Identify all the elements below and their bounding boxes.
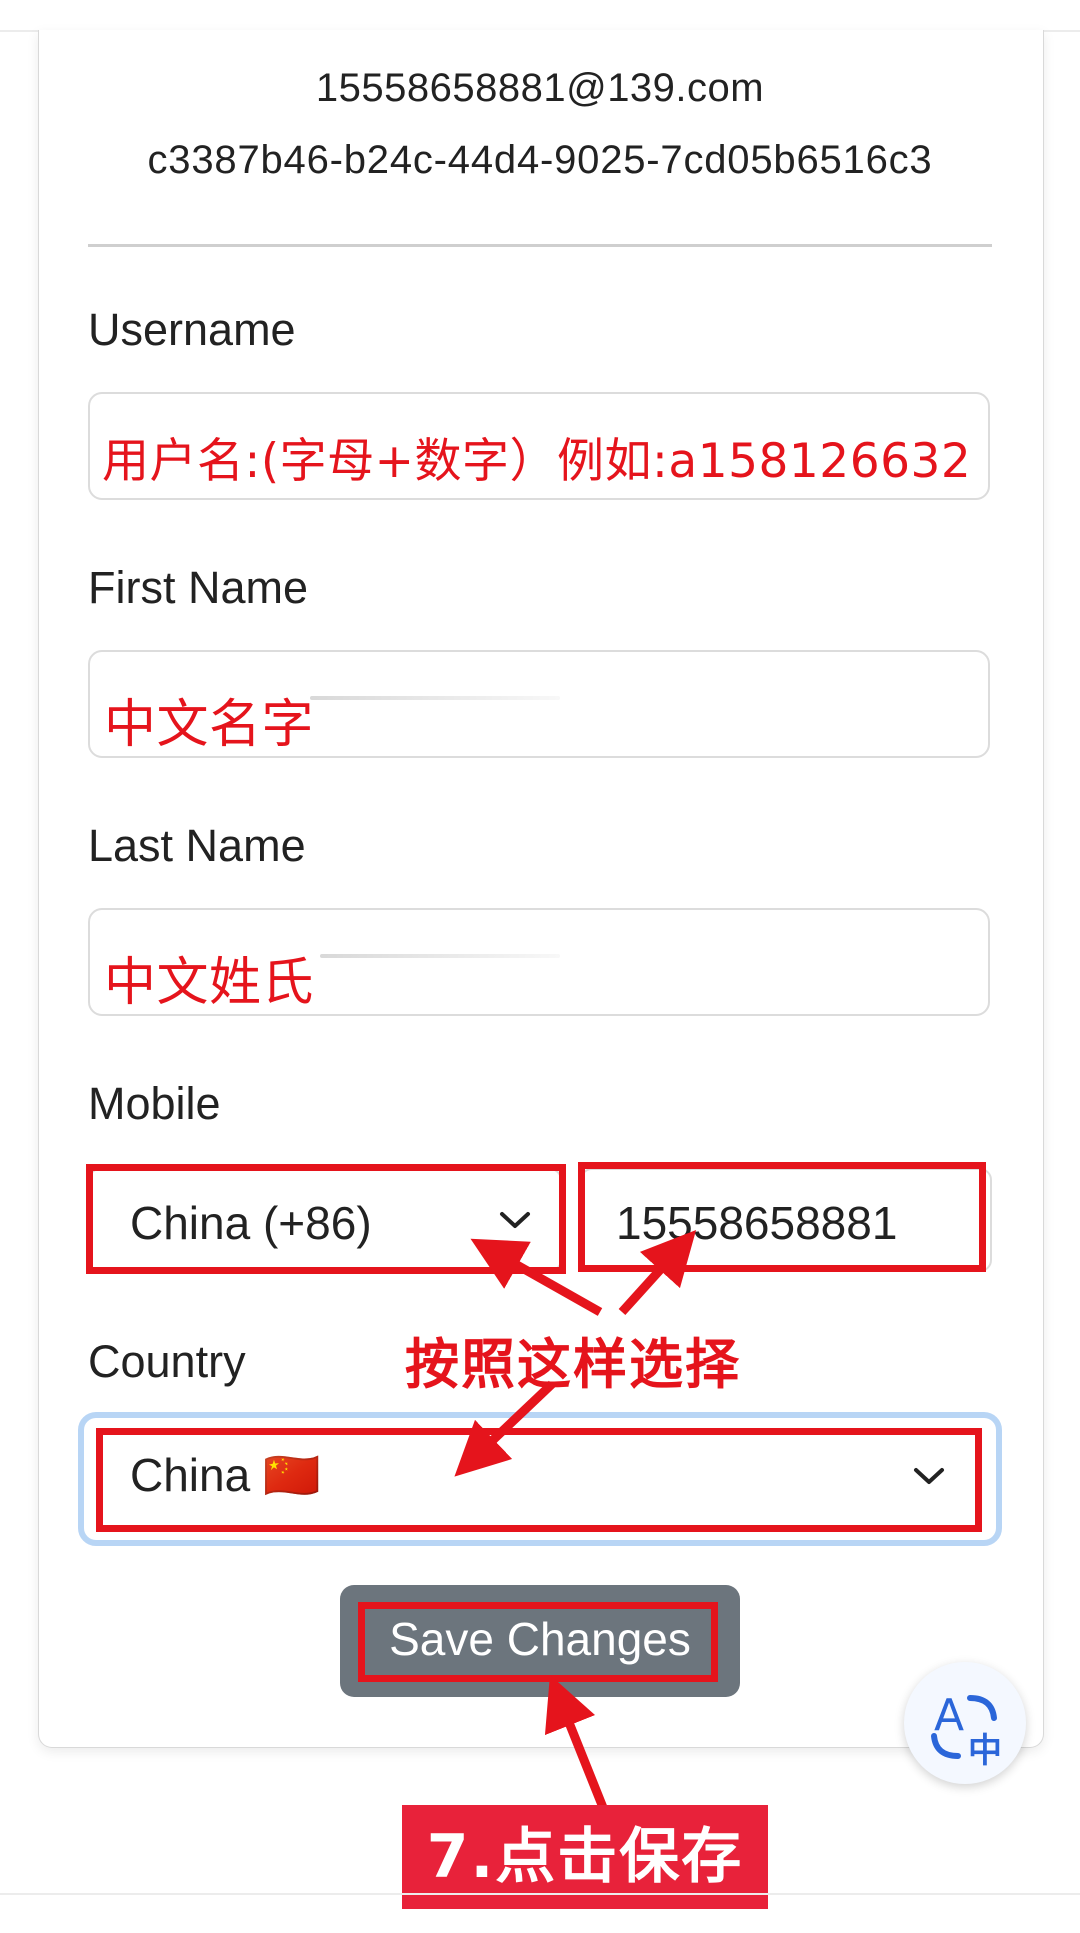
arrow-to-country-code xyxy=(470,1238,603,1316)
bottom-divider xyxy=(0,1893,1080,1895)
arrow-to-mobile-number xyxy=(618,1229,697,1316)
arrow-to-country-select xyxy=(454,1380,556,1477)
arrow-to-save-button xyxy=(544,1674,609,1812)
annotation-arrows xyxy=(454,1229,697,1812)
